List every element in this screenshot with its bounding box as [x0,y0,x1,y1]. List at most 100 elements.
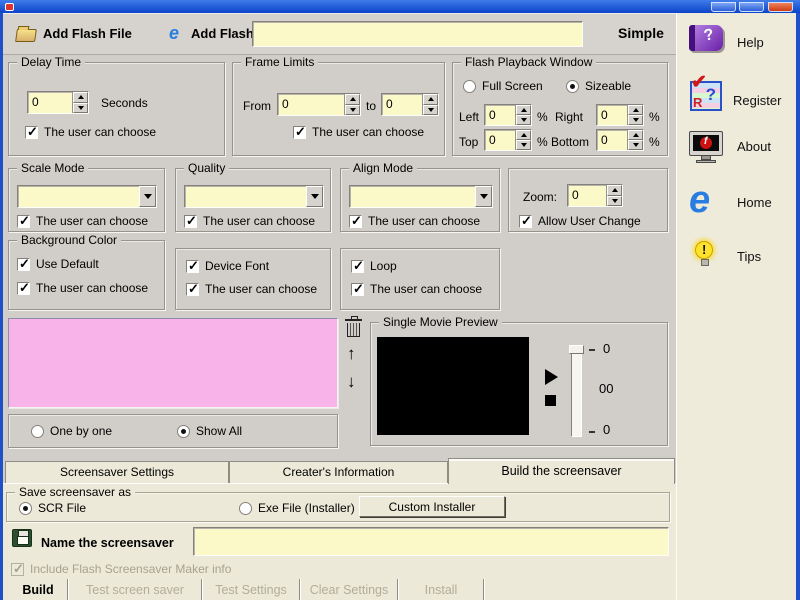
bg-user-choose-checkbox[interactable] [17,280,30,296]
dropdown-arrow-icon[interactable] [139,186,156,207]
volume-max-label: 0 [603,341,611,356]
help-book-icon[interactable] [689,25,723,51]
spin-down-icon[interactable] [607,195,622,206]
align-mode-group: Align Mode The user can choose [340,161,500,232]
test-settings-button[interactable]: Test Settings [203,579,299,600]
seconds-label: Seconds [101,96,148,110]
scr-file-radio[interactable] [19,501,32,515]
add-flash-file-button[interactable]: Add Flash File [43,26,132,41]
align-mode-dropdown[interactable] [349,185,493,208]
spin-up-icon[interactable] [345,94,360,105]
spin-down-icon[interactable] [423,104,438,115]
spin-up-icon[interactable] [516,105,531,115]
title-bar[interactable] [0,0,800,13]
scale-mode-dropdown[interactable] [17,185,157,208]
clear-settings-button[interactable]: Clear Settings [301,579,397,600]
sidebar-item-help[interactable]: Help [737,35,764,50]
exe-file-radio[interactable] [239,501,252,515]
quality-dropdown[interactable] [184,185,324,208]
install-button[interactable]: Install [399,579,483,600]
custom-installer-button[interactable]: Custom Installer [359,496,505,517]
volume-slider[interactable] [569,345,584,437]
right-percent-spinner[interactable]: 0 [596,104,644,126]
spin-down-icon[interactable] [73,102,88,113]
dropdown-arrow-icon[interactable] [475,186,492,207]
delete-movie-trash-icon[interactable] [345,316,362,337]
spinner-buttons [627,105,643,125]
movie-preview-screen [377,337,529,435]
loop-user-choose-label: The user can choose [370,282,483,296]
tips-lightbulb-icon[interactable] [695,241,713,266]
build-button[interactable]: Build [9,579,67,600]
frame-from-spinner[interactable]: 0 [277,93,361,116]
spin-up-icon[interactable] [516,130,531,140]
quality-group-title: Quality [184,161,230,175]
volume-mid-label: 00 [599,381,614,396]
movie-list[interactable] [8,318,338,408]
stop-icon[interactable] [545,395,556,406]
tab-bar: Screensaver Settings Creater's Informati… [3,458,676,484]
right-label: Right [555,110,584,124]
spinner-buttons [344,94,360,115]
sidebar-item-home[interactable]: Home [737,195,772,210]
spin-down-icon[interactable] [345,104,360,115]
delay-seconds-spinner[interactable]: 0 [27,91,89,114]
sidebar-item-register[interactable]: Register [733,93,781,108]
device-font-user-choose-row: The user can choose [186,281,317,297]
volume-min-label: 0 [603,422,611,437]
window-frame-right [796,13,800,600]
spin-up-icon[interactable] [607,185,622,196]
delay-user-choose-checkbox[interactable] [25,124,38,140]
show-all-radio[interactable] [177,424,190,438]
spin-up-icon[interactable] [628,105,643,115]
spin-up-icon[interactable] [73,92,88,103]
volume-slider-thumb[interactable] [569,345,584,354]
play-icon[interactable] [545,369,566,385]
left-percent-spinner[interactable]: 0 [484,104,532,126]
scale-user-choose-checkbox[interactable] [17,213,30,229]
one-by-one-radio[interactable] [31,424,44,438]
minimize-button[interactable] [711,2,736,12]
maximize-button[interactable] [739,2,764,12]
zoom-allow-label: Allow User Change [538,214,641,228]
loop-user-choose-checkbox[interactable] [351,281,364,297]
spin-down-icon[interactable] [516,115,531,125]
spin-down-icon[interactable] [628,140,643,150]
frame-user-choose-checkbox[interactable] [293,124,306,140]
flash-url-input[interactable] [252,21,583,47]
screensaver-name-input[interactable] [193,527,669,556]
spinner-buttons [515,105,531,125]
move-up-icon[interactable]: ↑ [347,345,356,362]
device-font-checkbox[interactable] [186,258,199,274]
loop-checkbox[interactable] [351,258,364,274]
device-font-user-choose-checkbox[interactable] [186,281,199,297]
zoom-allow-checkbox[interactable] [519,213,532,229]
include-info-checkbox[interactable] [11,561,24,577]
sizeable-radio[interactable] [566,79,579,93]
close-button[interactable] [768,2,793,12]
move-down-icon[interactable]: ↓ [347,373,356,390]
quality-user-choose-checkbox[interactable] [184,213,197,229]
tab-build-the-screensaver[interactable]: Build the screensaver [448,458,675,484]
ie-e-icon[interactable]: e [689,181,710,219]
dropdown-arrow-icon[interactable] [306,186,323,207]
spin-down-icon[interactable] [628,115,643,125]
spin-up-icon[interactable] [628,130,643,140]
sidebar-item-tips[interactable]: Tips [737,249,761,264]
bg-user-choose-label: The user can choose [36,281,149,295]
bottom-percent-spinner[interactable]: 0 [596,129,644,151]
test-screen-saver-button[interactable]: Test screen saver [69,579,201,600]
top-percent-spinner[interactable]: 0 [484,129,532,151]
use-default-checkbox[interactable] [17,256,30,272]
scale-user-choose-row: The user can choose [17,213,148,229]
full-screen-radio[interactable] [463,79,476,93]
spin-up-icon[interactable] [423,94,438,105]
align-user-choose-checkbox[interactable] [349,213,362,229]
tab-creaters-information[interactable]: Creater's Information [229,461,448,484]
tab-screensaver-settings[interactable]: Screensaver Settings [5,461,229,484]
zoom-spinner[interactable]: 0 [567,184,623,207]
spin-down-icon[interactable] [516,140,531,150]
about-monitor-icon[interactable] [689,131,723,156]
sidebar-item-about[interactable]: About [737,139,771,154]
frame-to-spinner[interactable]: 0 [381,93,439,116]
